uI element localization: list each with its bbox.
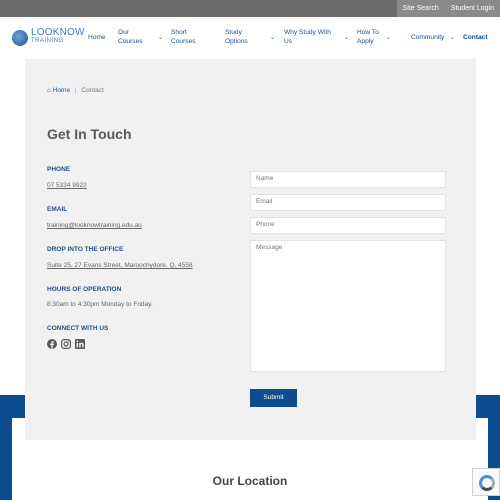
nav-study-options-line1: Study bbox=[225, 29, 242, 36]
nav-how-to-apply-line2: Apply bbox=[357, 38, 374, 45]
office-label: DROP INTO THE OFFICE bbox=[47, 246, 124, 253]
linkedin-icon[interactable] bbox=[75, 339, 85, 349]
contact-card: ⌂ Home | Contact Get In Touch PHONE 07 5… bbox=[25, 59, 476, 440]
chevron-down-icon[interactable]: ⌄ bbox=[270, 34, 275, 41]
recaptcha-icon bbox=[479, 475, 495, 491]
top-utility-bar: Site Search Student Login bbox=[0, 0, 500, 17]
phone-link[interactable]: 07 5334 9922 bbox=[47, 182, 87, 189]
logo-subtitle: TRAINING bbox=[31, 38, 64, 44]
nav-short-courses[interactable]: Short Courses bbox=[171, 28, 196, 46]
chevron-down-icon[interactable]: ⌄ bbox=[158, 34, 163, 41]
chevron-down-icon[interactable]: ⌄ bbox=[450, 34, 455, 41]
chevron-down-icon[interactable]: ⌄ bbox=[386, 34, 391, 41]
nav-why-study-line1: Why Study With bbox=[284, 29, 331, 36]
submit-button[interactable]: Submit bbox=[250, 389, 297, 407]
hours-label: HOURS OF OPERATION bbox=[47, 286, 122, 293]
home-icon: ⌂ bbox=[47, 87, 51, 94]
nav-how-to-apply-line1: How To bbox=[357, 29, 379, 36]
site-logo[interactable]: LOOKNOW TRAINING bbox=[12, 28, 90, 46]
phone-field[interactable]: Phone bbox=[250, 217, 446, 234]
social-links bbox=[47, 339, 85, 349]
nav-our-courses[interactable]: Our Courses bbox=[118, 28, 143, 46]
nav-why-study-line2: Us bbox=[284, 38, 293, 45]
breadcrumb: ⌂ Home | Contact bbox=[47, 87, 104, 94]
nav-study-options[interactable]: Study Options bbox=[225, 28, 248, 46]
message-field[interactable]: Message bbox=[250, 240, 446, 372]
instagram-icon[interactable] bbox=[61, 339, 71, 349]
phone-label: PHONE bbox=[47, 166, 71, 173]
breadcrumb-separator: | bbox=[74, 87, 77, 94]
breadcrumb-home[interactable]: ⌂ Home bbox=[47, 87, 72, 94]
name-field[interactable]: Name bbox=[250, 171, 446, 188]
nav-community[interactable]: Community bbox=[411, 33, 444, 42]
recaptcha-badge[interactable] bbox=[472, 468, 500, 496]
student-login-link[interactable]: Student Login bbox=[445, 0, 500, 17]
nav-how-to-apply[interactable]: How To Apply bbox=[357, 28, 379, 46]
chevron-down-icon[interactable]: ⌄ bbox=[344, 34, 349, 41]
page-title: Get In Touch bbox=[47, 126, 132, 142]
email-link[interactable]: training@looknowtraining.edu.au bbox=[47, 222, 142, 229]
nav-our-courses-line2: Courses bbox=[118, 38, 143, 45]
nav-why-study[interactable]: Why Study With Us bbox=[284, 28, 331, 46]
connect-label: CONNECT WITH US bbox=[47, 325, 109, 332]
office-address-link[interactable]: Suite 25, 27 Evans Street, Maroochydore,… bbox=[47, 262, 193, 269]
location-title: Our Location bbox=[212, 474, 288, 488]
nav-short-courses-line1: Short bbox=[171, 29, 187, 36]
nav-short-courses-line2: Courses bbox=[171, 38, 196, 45]
main-navbar: LOOKNOW TRAINING Home Our Courses ⌄ Shor… bbox=[0, 17, 500, 59]
site-search-link[interactable]: Site Search bbox=[397, 0, 445, 17]
facebook-icon[interactable] bbox=[47, 339, 57, 349]
breadcrumb-current: Contact bbox=[81, 87, 104, 94]
nav-study-options-line2: Options bbox=[225, 38, 248, 45]
globe-icon bbox=[12, 30, 28, 46]
hours-value: 8:30am to 4:30pm Monday to Friday. bbox=[47, 301, 153, 308]
topbar-links: Site Search Student Login bbox=[396, 0, 500, 17]
logo-wordmark: LOOKNOW bbox=[31, 27, 85, 38]
nav-contact[interactable]: Contact bbox=[463, 33, 488, 42]
email-label: EMAIL bbox=[47, 206, 68, 213]
nav-our-courses-line1: Our bbox=[118, 29, 129, 36]
breadcrumb-home-label: Home bbox=[52, 87, 71, 94]
nav-home[interactable]: Home bbox=[88, 33, 106, 42]
email-field[interactable]: Email bbox=[250, 194, 446, 211]
